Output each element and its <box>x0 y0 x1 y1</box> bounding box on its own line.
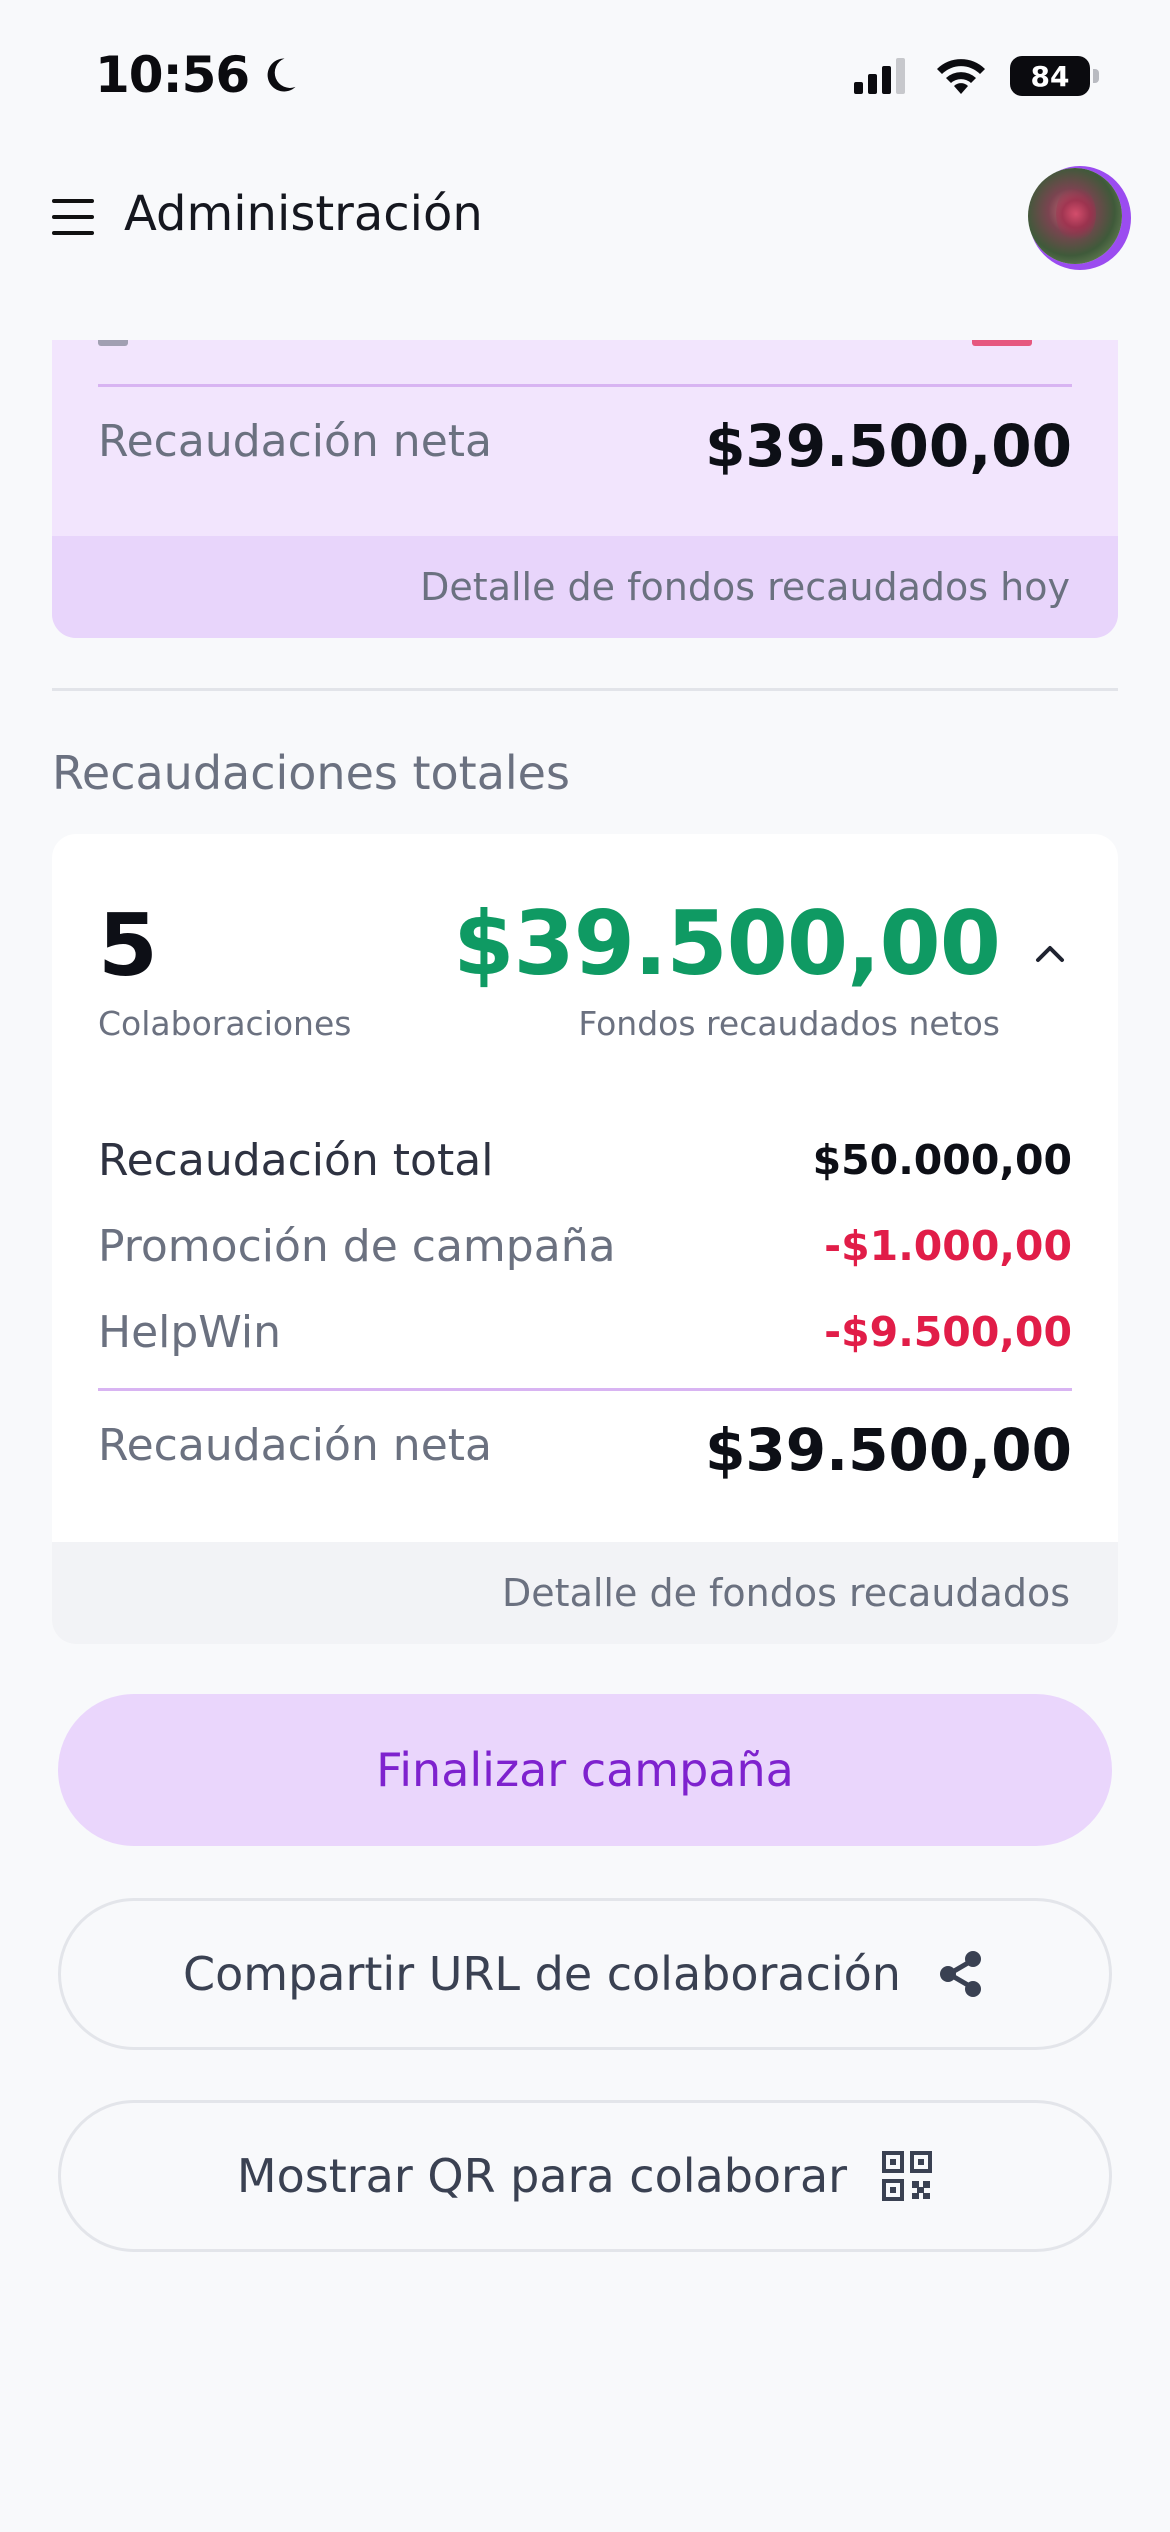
share-url-button[interactable]: Compartir URL de colaboración <box>58 1898 1112 2050</box>
cut-off-value <box>972 340 1032 346</box>
breakdown-label: Recaudación total <box>98 1134 494 1186</box>
today-details-link[interactable]: Detalle de fondos recaudados hoy <box>52 536 1118 638</box>
status-icons: 84 <box>852 56 1099 96</box>
totals-details-label: Detalle de fondos recaudados <box>502 1571 1070 1615</box>
finish-campaign-label: Finalizar campaña <box>376 1743 794 1797</box>
signal-icon <box>854 58 905 94</box>
show-qr-label: Mostrar QR para colaborar <box>236 2149 848 2203</box>
collaborations-label: Colaboraciones <box>98 1004 352 1043</box>
menu-line <box>52 231 94 235</box>
moon-icon <box>267 58 296 92</box>
page-title: Administración <box>124 186 483 242</box>
menu-line <box>52 199 94 203</box>
status-bar: 10:56 84 <box>0 0 1170 150</box>
section-divider <box>52 688 1118 691</box>
breakdown-row-total: Recaudación total $50.000,00 <box>98 1130 1072 1190</box>
cut-off-label <box>98 340 128 346</box>
net-value: $39.500,00 <box>705 412 1072 480</box>
avatar[interactable] <box>1028 168 1122 264</box>
cut-off-row <box>98 340 1072 346</box>
totals-details-link[interactable]: Detalle de fondos recaudados <box>52 1542 1118 1644</box>
chevron-up-icon[interactable] <box>1032 942 1068 966</box>
divider <box>98 384 1072 387</box>
net-funds-label: Fondos recaudados netos <box>578 1004 1000 1043</box>
net-row-value: $39.500,00 <box>705 1416 1072 1484</box>
breakdown-row-helpwin: HelpWin -$9.500,00 <box>98 1302 1072 1362</box>
net-row-label: Recaudación neta <box>98 1420 492 1471</box>
today-details-label: Detalle de fondos recaudados hoy <box>420 565 1070 609</box>
status-time-group: 10:56 <box>95 46 301 104</box>
menu-line <box>52 215 94 219</box>
collaborations-count: 5 <box>98 896 158 996</box>
battery-cap <box>1093 69 1099 83</box>
breakdown-label: HelpWin <box>98 1306 281 1358</box>
share-url-label: Compartir URL de colaboración <box>183 1947 901 2001</box>
page: 10:56 84 Administración Recaudación neta… <box>0 0 1170 2532</box>
section-title: Recaudaciones totales <box>52 746 570 800</box>
net-label: Recaudación neta <box>98 416 492 467</box>
hamburger-menu-icon[interactable] <box>52 197 96 237</box>
breakdown-row-promotion: Promoción de campaña -$1.000,00 <box>98 1216 1072 1276</box>
net-funds-value: $39.500,00 <box>453 892 1001 995</box>
app-header: Administración <box>0 150 1170 340</box>
qr-code-icon <box>882 2151 933 2201</box>
breakdown-value: -$1.000,00 <box>824 1222 1072 1270</box>
status-time: 10:56 <box>95 46 250 104</box>
breakdown-value: $50.000,00 <box>812 1136 1072 1184</box>
breakdown-label: Promoción de campaña <box>98 1220 616 1272</box>
wifi-icon <box>937 59 985 94</box>
finish-campaign-button[interactable]: Finalizar campaña <box>58 1694 1112 1846</box>
share-icon <box>939 1951 981 1997</box>
battery-level: 84 <box>1030 59 1070 93</box>
breakdown-value: -$9.500,00 <box>824 1308 1072 1356</box>
divider <box>98 1388 1072 1391</box>
totals-card: 5 Colaboraciones $39.500,00 Fondos recau… <box>52 834 1118 1644</box>
today-funds-card: Recaudación neta $39.500,00 Detalle de f… <box>52 340 1118 638</box>
show-qr-button[interactable]: Mostrar QR para colaborar <box>58 2100 1112 2252</box>
battery-icon: 84 <box>1010 56 1099 96</box>
